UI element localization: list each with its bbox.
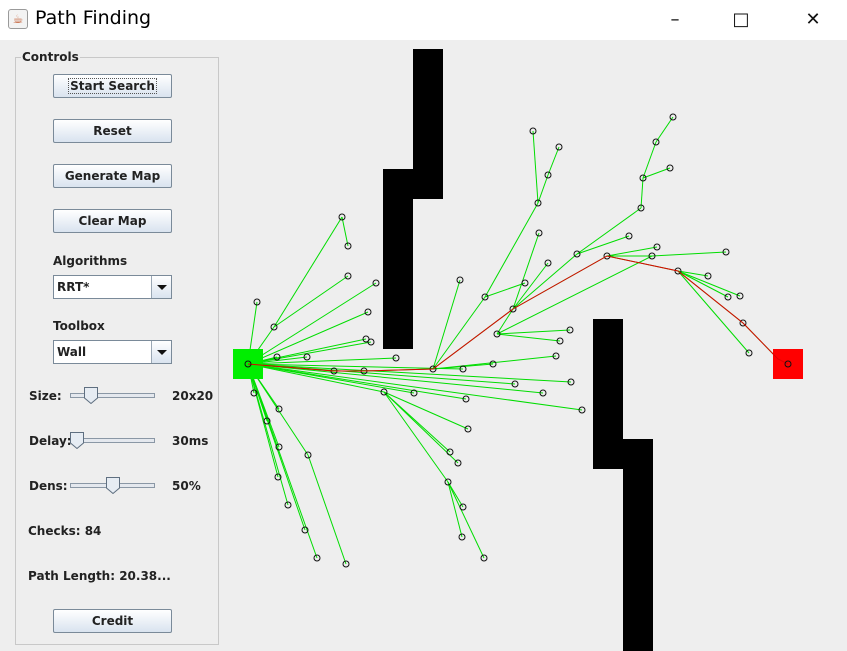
tree-edge xyxy=(576,207,642,255)
map-canvas[interactable] xyxy=(226,40,847,651)
delay-label: Delay: xyxy=(29,434,72,448)
dens-label: Dens: xyxy=(29,479,68,493)
wall-obstacle[interactable] xyxy=(593,319,653,651)
toolbox-select-value: Wall xyxy=(57,345,87,359)
rrt-nodes xyxy=(250,113,792,568)
tree-edge xyxy=(247,363,572,383)
algorithm-select-value: RRT* xyxy=(57,280,90,294)
tree-edge xyxy=(640,177,644,209)
title-bar: ☕ Path Finding – □ ✕ xyxy=(0,0,847,40)
walls xyxy=(383,49,653,651)
slider-thumb[interactable] xyxy=(70,432,84,449)
tree-edge xyxy=(383,391,449,483)
tree-edge xyxy=(576,235,630,255)
chevron-down-icon[interactable] xyxy=(151,341,171,363)
checks-count: Checks: 84 xyxy=(28,524,102,538)
start-search-button[interactable]: Start Search xyxy=(53,74,172,98)
slider-thumb[interactable] xyxy=(105,477,120,494)
tree-edge xyxy=(247,363,279,478)
java-icon: ☕ xyxy=(8,9,28,29)
generate-map-button[interactable]: Generate Map xyxy=(53,164,172,188)
slider-thumb[interactable] xyxy=(84,387,99,404)
tree-edge xyxy=(447,481,463,538)
path-length: Path Length: 20.38... xyxy=(28,569,171,583)
tree-edge xyxy=(247,363,318,559)
tree-edge xyxy=(642,141,657,179)
tree-edge xyxy=(247,282,377,365)
delay-slider[interactable] xyxy=(70,431,155,451)
tree-edge xyxy=(496,329,571,335)
tree-edge xyxy=(247,341,372,365)
wall-obstacle[interactable] xyxy=(383,49,443,349)
tree-edge xyxy=(655,116,674,143)
tree-edge xyxy=(642,167,671,179)
tree-edge xyxy=(432,279,461,370)
tree-edge xyxy=(532,130,539,204)
delay-value: 30ms xyxy=(172,434,209,448)
algorithms-label: Algorithms xyxy=(53,254,128,268)
clear-map-button[interactable]: Clear Map xyxy=(53,209,172,233)
algorithm-select[interactable]: RRT* xyxy=(53,275,172,299)
window-title: Path Finding xyxy=(35,7,152,29)
density-slider[interactable] xyxy=(70,476,155,496)
tree-edge xyxy=(512,262,549,310)
tree-edge xyxy=(247,363,583,411)
slider-track xyxy=(70,393,155,398)
size-label: Size: xyxy=(29,389,62,403)
tree-edge xyxy=(273,275,349,328)
tree-edge xyxy=(484,202,539,298)
tree-edge xyxy=(677,270,750,354)
tree-edge xyxy=(341,216,349,247)
tree-edge xyxy=(496,255,653,335)
rrt-tree xyxy=(247,116,789,565)
credit-button[interactable]: Credit xyxy=(53,609,172,633)
tree-edge xyxy=(432,296,486,370)
size-slider[interactable] xyxy=(70,386,155,406)
chevron-down-icon[interactable] xyxy=(151,276,171,298)
close-button[interactable]: ✕ xyxy=(790,0,836,40)
tree-edge xyxy=(496,333,561,342)
tree-edge xyxy=(247,363,544,394)
minimize-button[interactable]: – xyxy=(652,0,698,40)
toolbox-select[interactable]: Wall xyxy=(53,340,172,364)
maximize-button[interactable]: □ xyxy=(718,0,764,40)
tree-edge xyxy=(547,146,560,176)
tree-edge xyxy=(651,251,727,257)
toolbox-label: Toolbox xyxy=(53,319,105,333)
tree-edge xyxy=(447,481,485,559)
start-search-label: Start Search xyxy=(68,78,157,94)
dens-value: 50% xyxy=(172,479,201,493)
reset-button[interactable]: Reset xyxy=(53,119,172,143)
tree-edge xyxy=(537,174,549,204)
tree-edge xyxy=(677,270,741,297)
size-value: 20x20 xyxy=(172,389,214,403)
controls-legend: Controls xyxy=(21,50,80,64)
